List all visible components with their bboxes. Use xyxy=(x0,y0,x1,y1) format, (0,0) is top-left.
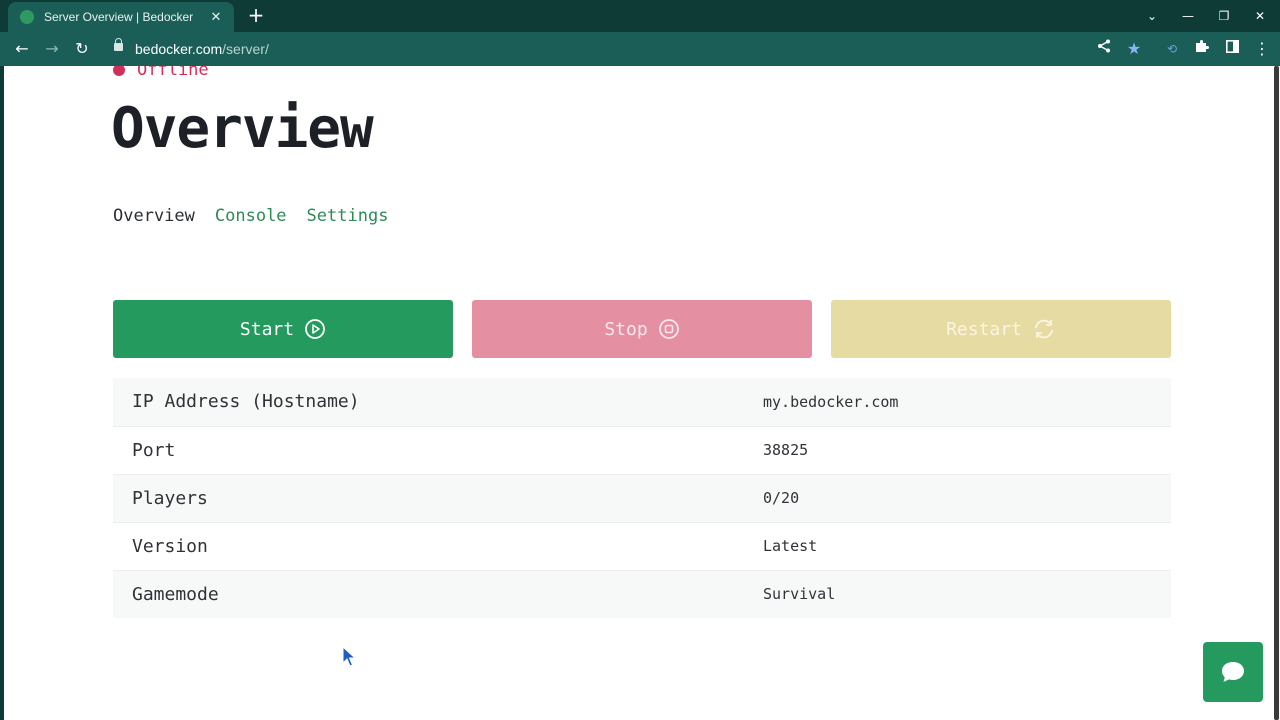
start-button[interactable]: Start xyxy=(113,300,453,358)
stop-label: Stop xyxy=(604,318,648,340)
menu-kebab-icon[interactable]: ⋮ xyxy=(1250,37,1274,61)
close-icon[interactable]: ✕ xyxy=(208,10,224,25)
table-row: Port 38825 xyxy=(113,425,1171,474)
restart-button[interactable]: Restart xyxy=(831,300,1171,358)
server-tabs: Overview Console Settings xyxy=(113,206,388,226)
share-icon[interactable] xyxy=(1092,37,1116,61)
server-info-table: IP Address (Hostname) my.bedocker.com Po… xyxy=(113,378,1171,618)
scrollbar[interactable] xyxy=(1272,66,1280,720)
extensions-puzzle-icon[interactable] xyxy=(1190,37,1214,61)
refresh-icon xyxy=(1035,319,1053,339)
table-row: Gamemode Survival xyxy=(113,569,1171,618)
browser-toolbar: ← → ↻ bedocker.com/server/ ★ ⟲ ⋮ xyxy=(0,32,1280,66)
url-path: /server/ xyxy=(222,41,269,57)
info-value: Survival xyxy=(763,569,1171,618)
info-key: Players xyxy=(113,473,763,522)
info-value: Latest xyxy=(763,521,1171,570)
page-title: Overview xyxy=(111,96,374,161)
info-value: my.bedocker.com xyxy=(763,392,899,411)
server-actions: Start Stop Restart xyxy=(113,300,1171,358)
url-host: bedocker.com xyxy=(135,41,223,57)
favicon-icon xyxy=(20,10,34,24)
table-row: IP Address (Hostname) my.bedocker.com xyxy=(113,378,1171,426)
url-text[interactable]: bedocker.com/server/ xyxy=(135,41,269,57)
restart-label: Restart xyxy=(946,318,1022,340)
info-key: Port xyxy=(113,425,763,474)
table-row: Players 0/20 xyxy=(113,473,1171,522)
start-label: Start xyxy=(239,318,295,340)
close-window-icon[interactable]: ✕ xyxy=(1250,9,1270,23)
browser-tab-bar: Server Overview | Bedocker ✕ + ⌄ — ❐ ✕ xyxy=(0,0,1280,32)
tab-overview[interactable]: Overview xyxy=(113,206,195,226)
restore-icon[interactable]: ❐ xyxy=(1214,9,1234,23)
bookmark-star-icon[interactable]: ★ xyxy=(1122,37,1146,61)
address-bar[interactable]: bedocker.com/server/ xyxy=(104,35,1152,63)
info-key: IP Address (Hostname) xyxy=(132,391,360,413)
tab-title: Server Overview | Bedocker xyxy=(44,10,194,24)
info-value: 38825 xyxy=(763,425,1171,474)
tab-console[interactable]: Console xyxy=(215,206,287,226)
reload-icon[interactable]: ↻ xyxy=(70,37,94,61)
info-key: Gamemode xyxy=(113,569,763,618)
minimize-icon[interactable]: — xyxy=(1178,9,1198,23)
lock-icon xyxy=(114,38,123,51)
tab-search-icon[interactable]: ⌄ xyxy=(1142,9,1162,23)
tab-settings[interactable]: Settings xyxy=(307,206,389,226)
window-edge xyxy=(0,66,4,720)
stop-button[interactable]: Stop xyxy=(472,300,812,358)
status-text: Offline xyxy=(137,66,209,80)
chat-button[interactable] xyxy=(1203,642,1263,702)
window-controls: ⌄ — ❐ ✕ xyxy=(1142,0,1270,32)
forward-icon[interactable]: → xyxy=(40,37,64,61)
play-circle-icon xyxy=(305,319,325,339)
side-panel-icon[interactable] xyxy=(1220,37,1244,61)
table-row: Version Latest xyxy=(113,521,1171,570)
scrollbar-thumb[interactable] xyxy=(1274,66,1279,720)
stop-circle-icon xyxy=(658,319,679,339)
info-value: 0/20 xyxy=(763,473,1171,522)
new-tab-button[interactable]: + xyxy=(246,4,266,26)
status-dot-icon xyxy=(113,66,125,76)
browser-tab[interactable]: Server Overview | Bedocker ✕ xyxy=(8,2,234,32)
info-key: Version xyxy=(113,521,763,570)
chat-bubble-icon xyxy=(1222,662,1244,682)
back-icon[interactable]: ← xyxy=(10,37,34,61)
page-content: Offline Overview Overview Console Settin… xyxy=(0,66,1280,720)
server-status: Offline xyxy=(113,66,209,80)
extension-translate-icon[interactable]: ⟲ xyxy=(1160,37,1184,61)
mouse-cursor-icon xyxy=(342,646,356,667)
